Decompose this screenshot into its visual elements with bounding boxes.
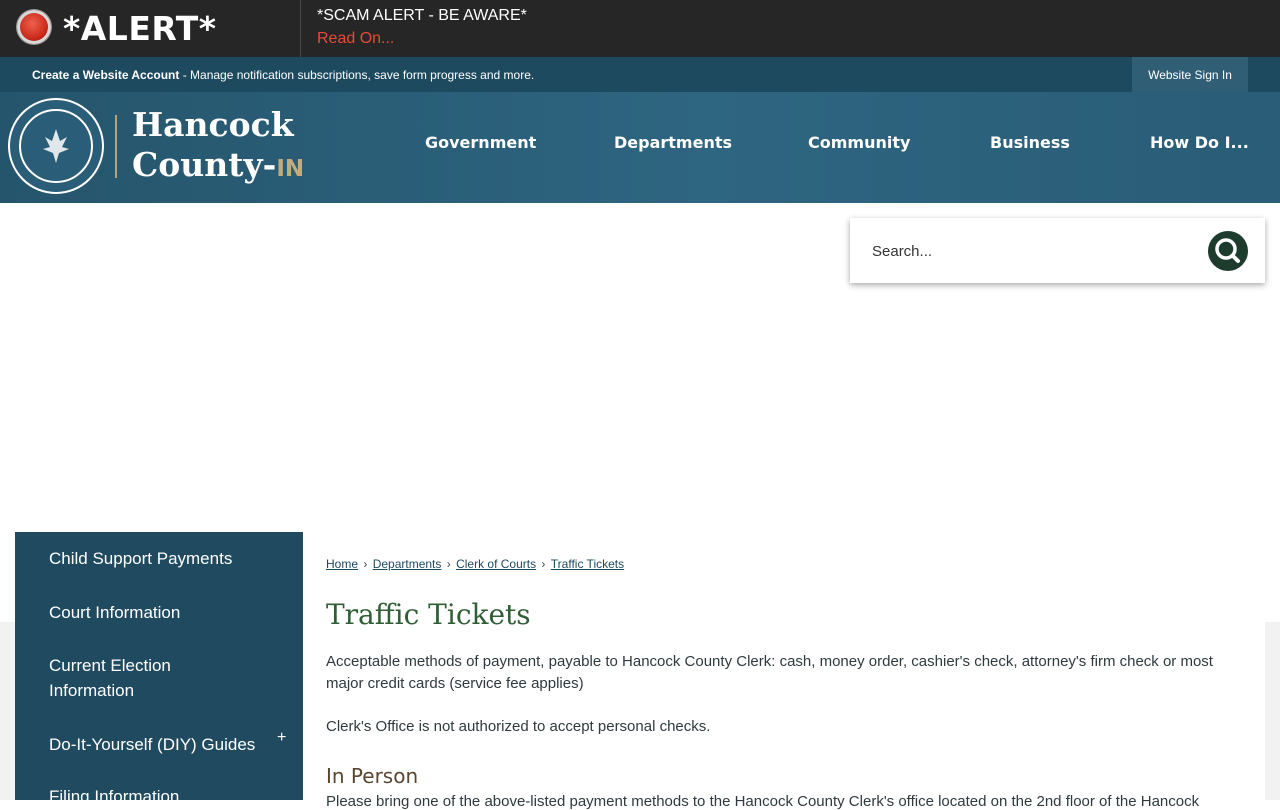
- logo-name-line1[interactable]: Hancock: [132, 105, 294, 144]
- alert-label: *ALERT*: [63, 9, 217, 48]
- alert-light-icon: [17, 10, 51, 44]
- logo-state: IN: [276, 156, 305, 182]
- nav-government[interactable]: Government: [425, 133, 536, 152]
- county-seal-icon[interactable]: [8, 98, 104, 194]
- seal-ring: [19, 109, 93, 183]
- search-box: [850, 218, 1265, 283]
- page-title: Traffic Tickets: [326, 598, 531, 631]
- alert-title: *SCAM ALERT - BE AWARE*: [317, 7, 527, 24]
- breadcrumb-separator: ›: [538, 557, 549, 571]
- nav-business[interactable]: Business: [990, 133, 1070, 152]
- sidebar-item-filing-information[interactable]: Filing Information: [49, 784, 179, 809]
- logo-divider: [115, 115, 117, 178]
- sidebar-item-diy-guides[interactable]: Do-It-Yourself (DIY) Guides: [49, 732, 255, 757]
- create-account-link[interactable]: Create a Website Account: [32, 68, 179, 82]
- search-button[interactable]: [1208, 231, 1248, 271]
- alert-read-on-link[interactable]: Read On...: [317, 30, 394, 48]
- account-bar: Create a Website Account - Manage notifi…: [0, 57, 1280, 92]
- expand-plus-icon[interactable]: +: [277, 729, 286, 747]
- main-content: Home › Departments › Clerk of Courts › T…: [303, 532, 1265, 810]
- breadcrumb: Home › Departments › Clerk of Courts › T…: [326, 557, 624, 571]
- sidebar-nav: Child Support Payments Court Information…: [15, 532, 303, 806]
- sidebar-item-election-information[interactable]: Current Election Information: [49, 653, 209, 703]
- payment-methods-text: Acceptable methods of payment, payable t…: [326, 653, 1213, 692]
- breadcrumb-traffic-tickets[interactable]: Traffic Tickets: [551, 557, 624, 571]
- alert-label-area: *ALERT*: [0, 0, 301, 57]
- personal-checks-text: Clerk's Office is not authorized to acce…: [326, 718, 711, 735]
- breadcrumb-home[interactable]: Home: [326, 557, 358, 571]
- alert-bar: *ALERT* *SCAM ALERT - BE AWARE* Read On.…: [0, 0, 1280, 57]
- account-text: Create a Website Account - Manage notifi…: [32, 68, 534, 82]
- search-input[interactable]: [870, 238, 1174, 264]
- breadcrumb-separator: ›: [443, 557, 455, 571]
- logo-name-line2[interactable]: County-IN: [132, 145, 304, 184]
- logo-county: County-: [132, 145, 277, 184]
- nav-how-do-i[interactable]: How Do I...: [1150, 133, 1249, 152]
- nav-departments[interactable]: Departments: [614, 133, 732, 152]
- search-icon: [1215, 238, 1240, 263]
- account-description: - Manage notification subscriptions, sav…: [179, 68, 535, 82]
- in-person-heading: In Person: [326, 764, 419, 788]
- nav-community[interactable]: Community: [808, 133, 910, 152]
- breadcrumb-departments[interactable]: Departments: [373, 557, 442, 571]
- sidebar-item-child-support[interactable]: Child Support Payments: [49, 546, 232, 571]
- breadcrumb-clerk-of-courts[interactable]: Clerk of Courts: [456, 557, 536, 571]
- website-sign-in-button[interactable]: Website Sign In: [1132, 57, 1248, 92]
- in-person-text: Please bring one of the above-listed pay…: [326, 793, 1200, 810]
- seal-emblem-icon: [43, 129, 69, 163]
- breadcrumb-separator: ›: [360, 557, 371, 571]
- sidebar-item-court-information[interactable]: Court Information: [49, 600, 180, 625]
